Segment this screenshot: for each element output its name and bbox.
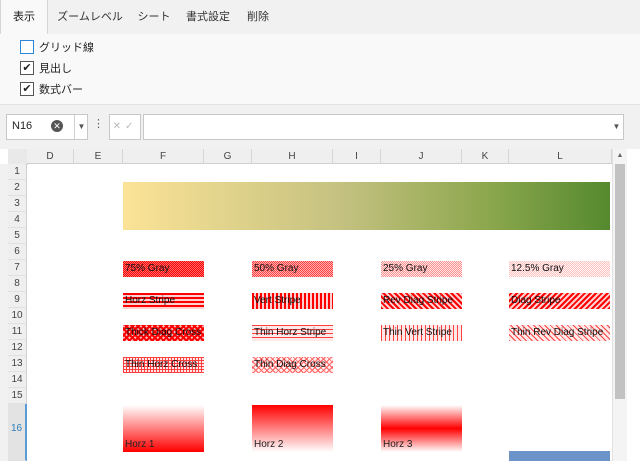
gradient-cell-horz-3[interactable]: Horz 3 — [381, 405, 462, 452]
pattern-cell-gray25[interactable]: 25% Gray — [381, 261, 462, 277]
headings-label: 見出し — [39, 63, 72, 75]
row-header-15[interactable]: 15 — [8, 388, 27, 404]
column-header-i[interactable]: I — [333, 149, 381, 164]
row-header-6[interactable]: 6 — [8, 244, 27, 260]
pattern-cell-rev-diag-stripe[interactable]: Rev Diag Stripe — [381, 293, 462, 309]
formula-input[interactable] — [143, 114, 612, 140]
pattern-cell-gray75[interactable]: 75% Gray — [123, 261, 204, 277]
pattern-cell-thick-diag-cross[interactable]: Thick Diag Cross — [123, 325, 204, 341]
gridlines-checkbox[interactable] — [20, 40, 34, 54]
row-header-2[interactable]: 2 — [8, 180, 27, 196]
gridlines-label: グリッド線 — [39, 42, 94, 54]
pattern-cell-gray125[interactable]: 12.5% Gray — [509, 261, 610, 277]
pattern-cell-thin-vert-stripe[interactable]: Thin Vert Stripe — [381, 325, 462, 341]
pattern-cell-thin-rev-diag-stripe[interactable]: Thin Rev Diag Stripe — [509, 325, 610, 341]
more-options-icon[interactable]: ⋮ — [93, 117, 104, 130]
column-header-g[interactable]: G — [204, 149, 252, 164]
name-box-value: N16 — [12, 120, 33, 132]
pattern-cell-thin-horz-stripe[interactable]: Thin Horz Stripe — [252, 325, 333, 341]
column-header-l[interactable]: L — [509, 149, 612, 164]
row-header-12[interactable]: 12 — [8, 340, 27, 356]
gradient-cell-horz-2[interactable]: Horz 2 — [252, 405, 333, 452]
tab-format[interactable]: 書式設定 — [180, 0, 236, 34]
row-header-10[interactable]: 10 — [8, 308, 27, 324]
row-header-7[interactable]: 7 — [8, 260, 27, 276]
formula-bar-option[interactable]: ✔ 数式バー — [20, 81, 83, 97]
pattern-cell-thin-horz-cross[interactable]: Thin Horz Cross — [123, 357, 204, 373]
formula-bar-label: 数式バー — [39, 84, 83, 96]
column-header-d[interactable]: D — [27, 149, 74, 164]
gradient-fill-bar[interactable] — [123, 182, 610, 230]
column-header-j[interactable]: J — [381, 149, 462, 164]
ribbon-tab-bar: 表示 ズームレベル シート 書式設定 削除 — [0, 0, 640, 34]
tab-view[interactable]: 表示 — [0, 0, 48, 34]
row-header-8[interactable]: 8 — [8, 276, 27, 292]
gradient-cell-horz-3-label: Horz 3 — [383, 439, 413, 450]
gridlines-option[interactable]: グリッド線 — [20, 39, 94, 55]
headings-checkbox[interactable]: ✔ — [20, 61, 34, 75]
row-header-3[interactable]: 3 — [8, 196, 27, 212]
row-header-11[interactable]: 11 — [8, 324, 27, 340]
right-margin — [627, 149, 640, 461]
row-header-4[interactable]: 4 — [8, 212, 27, 228]
chevron-down-icon[interactable]: ▼ — [74, 115, 88, 139]
column-header-f[interactable]: F — [123, 149, 204, 164]
row-header-5[interactable]: 5 — [8, 228, 27, 244]
scrollbar-thumb[interactable] — [615, 164, 625, 399]
expand-formula-icon[interactable]: ▼ — [610, 114, 624, 140]
cancel-confirm-buttons[interactable]: ✕✓ — [109, 114, 141, 140]
formula-bar-checkbox[interactable]: ✔ — [20, 82, 34, 96]
column-header-h[interactable]: H — [252, 149, 333, 164]
pattern-cell-diag-stripe[interactable]: Diag Stripe — [509, 293, 610, 309]
row-header-14[interactable]: 14 — [8, 372, 27, 388]
pattern-cell-thin-diag-cross[interactable]: Thin Diag Cross — [252, 357, 333, 373]
name-box[interactable]: N16 ✕ ▼ — [6, 114, 88, 140]
tab-zoom-level[interactable]: ズームレベル — [52, 0, 128, 34]
clear-icon[interactable]: ✕ — [51, 120, 63, 132]
spreadsheet-grid[interactable]: D E F G H I J K L 1 2 3 4 5 6 7 8 9 10 1… — [0, 149, 640, 461]
scroll-up-icon[interactable]: ▲ — [613, 149, 627, 163]
gradient-cell-horz-1-label: Horz 1 — [125, 439, 155, 450]
row-header-16[interactable]: 16 — [8, 404, 27, 461]
row-header-13[interactable]: 13 — [8, 356, 27, 372]
pattern-cell-vert-stripe[interactable]: Vert Stripe — [252, 293, 333, 309]
blue-fill-cell[interactable] — [509, 451, 610, 461]
select-all-corner[interactable] — [8, 149, 28, 165]
gradient-cell-horz-2-label: Horz 2 — [254, 439, 284, 450]
column-header-e[interactable]: E — [74, 149, 123, 164]
pattern-cell-horz-stripe[interactable]: Horz Stripe — [123, 293, 204, 309]
gradient-cell-horz-1[interactable]: Horz 1 — [123, 405, 204, 452]
formula-bar: N16 ✕ ▼ ⋮ ✕✓ ▼ — [0, 105, 640, 149]
pattern-cell-gray50[interactable]: 50% Gray — [252, 261, 333, 277]
vertical-scrollbar[interactable]: ▲ — [612, 149, 627, 461]
column-header-k[interactable]: K — [462, 149, 509, 164]
tab-delete[interactable]: 削除 — [240, 0, 276, 34]
headings-option[interactable]: ✔ 見出し — [20, 60, 72, 76]
row-header-9[interactable]: 9 — [8, 292, 27, 308]
tab-sheet[interactable]: シート — [132, 0, 176, 34]
left-margin — [0, 164, 8, 461]
ribbon-panel: グリッド線 ✔ 見出し ✔ 数式バー — [0, 34, 640, 105]
row-header-1[interactable]: 1 — [8, 164, 27, 180]
